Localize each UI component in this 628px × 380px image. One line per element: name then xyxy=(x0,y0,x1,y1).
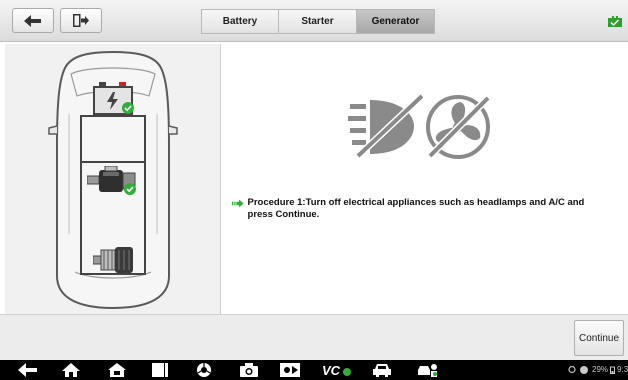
sync-icon xyxy=(580,365,588,374)
camera-icon[interactable] xyxy=(240,363,258,377)
main-content: Procedure 1:Turn off electrical applianc… xyxy=(5,44,623,314)
check-badge-icon xyxy=(122,102,134,114)
autel-home-icon[interactable] xyxy=(108,363,126,377)
system-navigation-bar: VC 29% 9:3 xyxy=(0,360,628,380)
tab-battery[interactable]: Battery xyxy=(201,9,279,34)
home-icon[interactable] xyxy=(62,363,80,377)
status-icons xyxy=(348,93,498,165)
browser-icon[interactable] xyxy=(196,363,212,377)
procedure-panel: Procedure 1:Turn off electrical applianc… xyxy=(222,44,623,314)
battery-level-icon xyxy=(610,366,616,374)
action-bar: Continue xyxy=(0,314,628,360)
continue-button[interactable]: Continue xyxy=(574,320,624,356)
top-toolbar: Battery Starter Generator xyxy=(0,0,628,42)
service-icon[interactable] xyxy=(416,363,438,377)
back-arrow-icon xyxy=(24,14,41,27)
clock: 9:3 xyxy=(617,365,628,374)
exit-button[interactable] xyxy=(60,8,102,33)
vci-icon[interactable]: VC xyxy=(322,363,352,377)
fan-off-icon xyxy=(426,95,491,159)
headlamp-off-icon xyxy=(348,93,491,159)
recent-apps-icon[interactable] xyxy=(152,363,168,377)
display-icon[interactable] xyxy=(280,363,300,377)
battery-percent: 29% xyxy=(592,365,609,374)
check-badge-icon xyxy=(124,183,136,195)
back-icon[interactable] xyxy=(18,363,38,377)
back-button[interactable] xyxy=(12,8,54,33)
generator-icon xyxy=(93,247,133,273)
tab-generator[interactable]: Generator xyxy=(356,9,435,34)
tab-starter[interactable]: Starter xyxy=(278,9,357,34)
car-icon[interactable] xyxy=(372,363,392,377)
system-diagram-panel xyxy=(5,44,221,314)
exit-icon xyxy=(73,14,89,27)
arrow-right-icon xyxy=(232,199,244,208)
svg-text:VC: VC xyxy=(322,363,341,377)
system-status: 29% 9:3 xyxy=(568,365,628,374)
battery-status-icon xyxy=(608,16,622,27)
location-icon xyxy=(568,365,576,373)
test-tabs: Battery Starter Generator xyxy=(201,9,435,34)
procedure-instruction: Procedure 1:Turn off electrical applianc… xyxy=(232,197,612,221)
procedure-text: Procedure 1:Turn off electrical applianc… xyxy=(247,197,585,220)
